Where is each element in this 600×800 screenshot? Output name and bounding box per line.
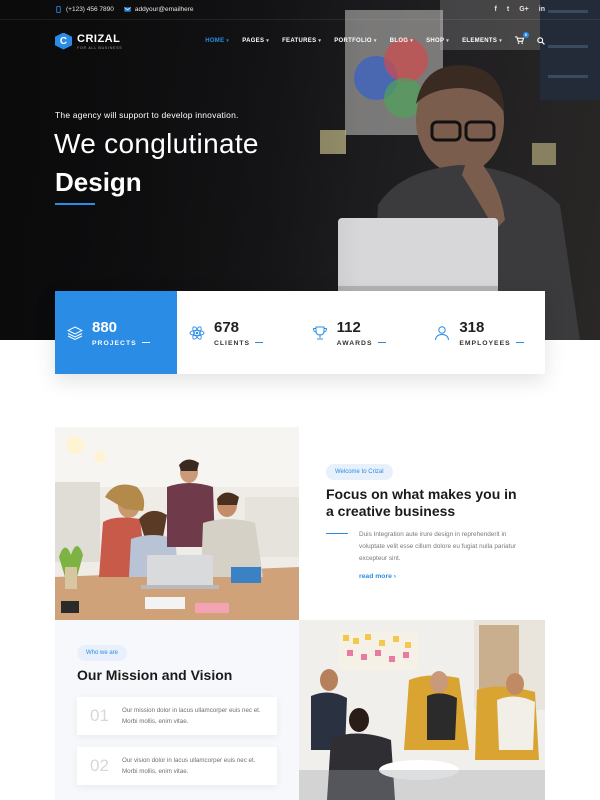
mission-title: Our Mission and Vision [77, 667, 233, 683]
stat-clients: 678 CLIENTS [177, 291, 300, 374]
nav-label: PAGES [242, 38, 265, 44]
feature-divider [326, 533, 348, 534]
main-navbar: CRIZAL FOR ALL BUSINESS HOME▾ PAGES▾ FEA… [0, 20, 600, 62]
card-number: 01 [90, 706, 109, 725]
nav-label: SHOP [426, 38, 445, 44]
read-more-label: read more [359, 573, 392, 580]
linkedin-icon[interactable]: in [539, 6, 545, 13]
nav-label: ELEMENTS [462, 38, 498, 44]
chevron-right-icon: › [393, 573, 397, 580]
stat-employees: 318 EMPLOYEES [422, 291, 545, 374]
nav-item-blog[interactable]: BLOG ▾ [390, 38, 413, 44]
cart-button[interactable]: 0 [515, 32, 529, 46]
nav-item-shop[interactable]: SHOP ▾ [426, 38, 449, 44]
nav-item-features[interactable]: FEATURES ▾ [282, 38, 321, 44]
read-more-link[interactable]: read more › [359, 573, 396, 580]
mission-card: 01 Our mission dolor in lacus ullamcorpe… [77, 697, 277, 735]
chevron-down-icon: ▾ [373, 38, 377, 44]
chevron-down-icon: ▾ [499, 38, 502, 44]
stat-awards: 112 AWARDS [300, 291, 423, 374]
feature-description: Duis Integration aute irure design in re… [359, 531, 517, 562]
stat-number: 318 [459, 318, 485, 336]
stat-label: CLIENTS [214, 340, 263, 347]
chevron-down-icon: ▾ [266, 38, 270, 44]
card-number: 02 [90, 756, 109, 775]
chevron-down-icon: ▾ [446, 38, 450, 44]
logo-mark-icon [55, 32, 72, 50]
brand-tagline: FOR ALL BUSINESS [77, 45, 123, 50]
hero-kicker: The agency will support to develop innov… [55, 110, 239, 120]
search-icon[interactable] [537, 37, 545, 45]
feature-title: Focus on what makes you in a creative bu… [326, 486, 517, 519]
email-address: addyour@emailhere [134, 6, 194, 13]
nav-label: HOME [205, 38, 225, 44]
stat-number: 112 [336, 318, 361, 336]
hero-heading-line2: Design [55, 167, 142, 197]
stats-bar: 880 PROJECTS 678 CLIENTS 112 AWARDS 318 EMPL… [55, 291, 545, 374]
atom-icon [189, 325, 205, 340]
welcome-badge: Welcome to Crizal [326, 464, 393, 480]
nav-menu: HOME ▾ PAGES ▾ FEATURES ▾ PORTFOLIO ▾ BLOG ▾ … [205, 32, 545, 46]
stat-number: 678 [214, 318, 240, 336]
card-text: Our mission dolor in lacus ullamcorper e… [122, 707, 261, 725]
stat-label: AWARDS [337, 340, 386, 347]
social-links: f t G+ in [495, 6, 545, 13]
hero-heading-line1: We conglutinate [54, 128, 259, 159]
top-bar: (+123) 456 7890 addyour@emailhere f t G+… [0, 0, 600, 20]
mail-icon [124, 7, 131, 12]
stat-label: EMPLOYEES [459, 340, 523, 347]
nav-item-elements[interactable]: ELEMENTS ▾ [462, 38, 502, 44]
google-plus-icon[interactable]: G+ [519, 6, 529, 13]
cart-count-badge: 0 [523, 32, 529, 38]
nav-label: BLOG [389, 38, 409, 44]
chevron-down-icon: ▾ [410, 38, 414, 44]
phone-contact[interactable]: (+123) 456 7890 [55, 6, 114, 13]
phone-number: (+123) 456 7890 [66, 6, 114, 13]
layers-icon [67, 325, 83, 340]
nav-label: PORTFOLIO [334, 38, 372, 44]
team-meeting-photo [55, 427, 299, 620]
stat-number: 880 [92, 318, 118, 336]
hero-underline [55, 203, 95, 205]
hero-section: (+123) 456 7890 addyour@emailhere f t G+… [0, 0, 600, 340]
stat-projects: 880 PROJECTS [55, 291, 177, 374]
brand-name: CRIZAL [77, 32, 121, 45]
chevron-down-icon: ▾ [226, 38, 230, 44]
chevron-down-icon: ▾ [318, 38, 322, 44]
cart-icon [515, 36, 525, 44]
brand-logo[interactable]: CRIZAL FOR ALL BUSINESS [55, 32, 123, 50]
vision-card: 02 Our vision dolor in lacus ullamcorper… [77, 747, 277, 785]
trophy-icon [312, 326, 327, 339]
nav-item-portfolio[interactable]: PORTFOLIO ▾ [334, 38, 377, 44]
nav-item-pages[interactable]: PAGES ▾ [242, 38, 269, 44]
facebook-icon[interactable]: f [495, 6, 497, 13]
nav-label: FEATURES [282, 38, 317, 44]
email-contact[interactable]: addyour@emailhere [124, 6, 194, 13]
nav-item-home[interactable]: HOME ▾ [205, 38, 229, 44]
phone-icon [56, 6, 61, 13]
twitter-icon[interactable]: t [507, 6, 509, 13]
office-meeting-photo [299, 620, 545, 800]
user-icon [435, 325, 450, 340]
who-we-are-badge: Who we are [77, 645, 128, 661]
card-text: Our vision dolor in lacus ullamcorper eu… [122, 757, 256, 775]
stat-label: PROJECTS [92, 340, 150, 347]
